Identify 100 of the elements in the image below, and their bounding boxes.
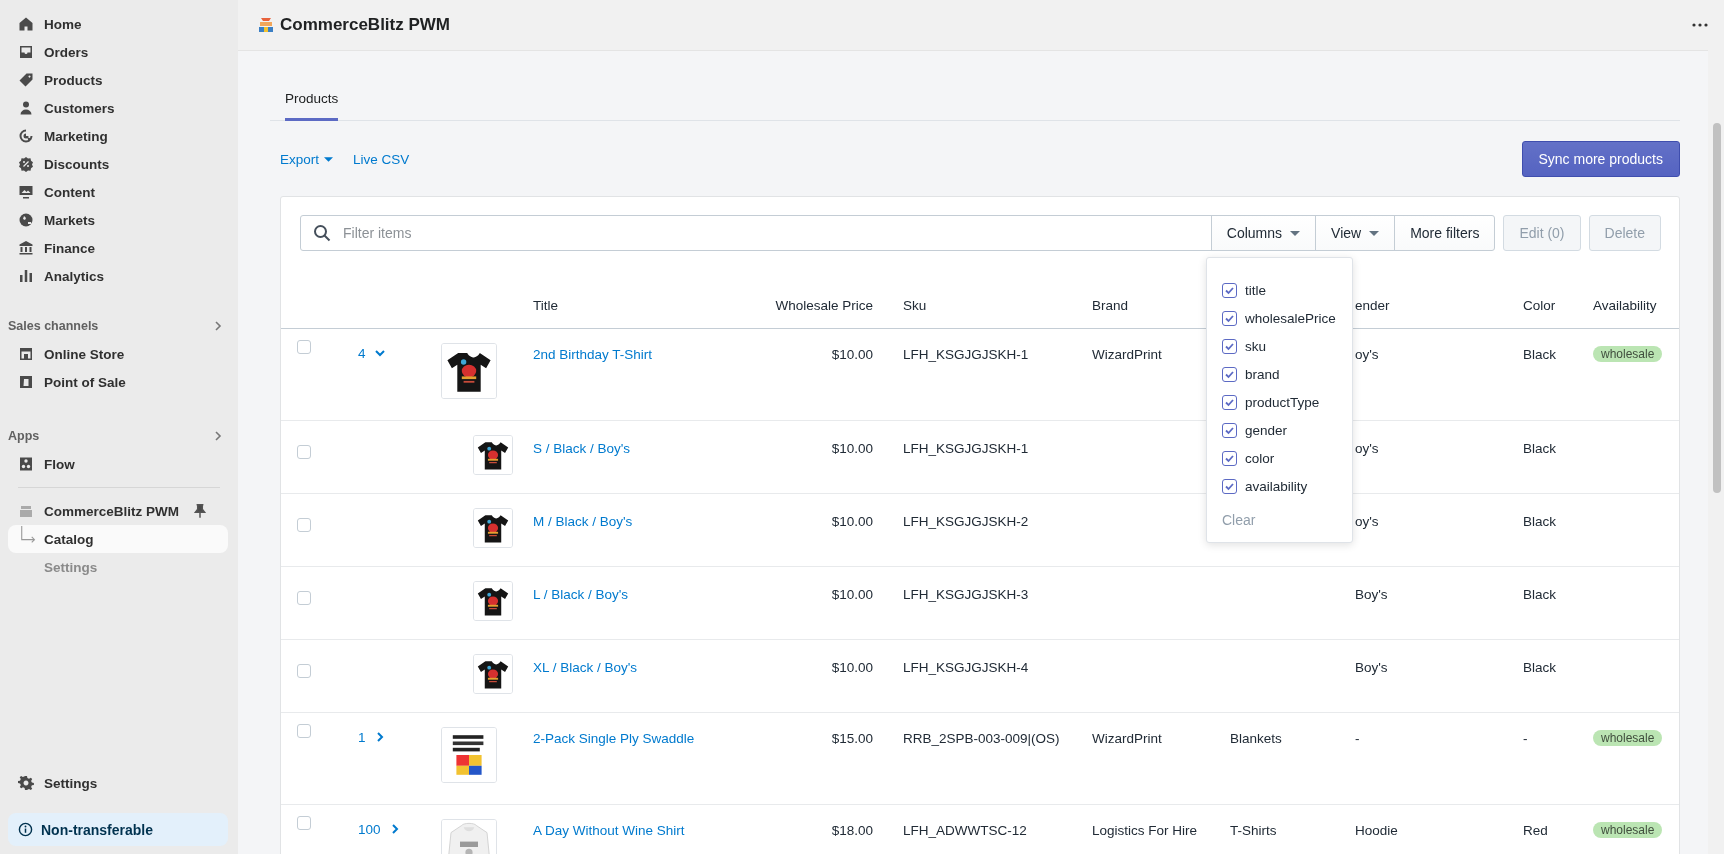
product-title-link[interactable]: 2-Pack Single Ply Swaddle bbox=[533, 731, 695, 751]
tag-icon bbox=[18, 72, 34, 88]
dropdown-button[interactable]: Columns bbox=[1210, 215, 1317, 251]
gear-icon bbox=[18, 775, 34, 791]
dropdown-button[interactable]: View bbox=[1315, 215, 1396, 251]
row-checkbox[interactable] bbox=[297, 591, 311, 605]
live-csv-link[interactable]: Live CSV bbox=[353, 151, 410, 167]
sidebar-item[interactable]: Content bbox=[8, 178, 228, 206]
page-title: CommerceBlitz PWM bbox=[280, 15, 451, 35]
chevron-icon[interactable] bbox=[212, 430, 224, 442]
search-icon bbox=[313, 224, 331, 242]
gender-cell: oy's bbox=[1355, 441, 1379, 456]
color-cell: Black bbox=[1523, 347, 1556, 362]
section-heading: Sales channels bbox=[8, 319, 99, 333]
bank-icon bbox=[18, 240, 34, 256]
color-cell: Red bbox=[1523, 823, 1548, 838]
storefront-icon bbox=[18, 346, 34, 362]
sidebar-item[interactable]: Discounts bbox=[8, 150, 228, 178]
product-title-link[interactable]: S / Black / Boy's bbox=[533, 441, 631, 461]
availability-tag: wholesale bbox=[1593, 730, 1663, 746]
product-title-link[interactable]: XL / Black / Boy's bbox=[533, 660, 638, 680]
product-title-link[interactable]: M / Black / Boy's bbox=[533, 514, 633, 534]
price-cell: $18.00 bbox=[831, 823, 873, 838]
home-icon bbox=[18, 16, 34, 32]
search-field[interactable]: Filter items bbox=[300, 215, 1212, 251]
more-icon[interactable] bbox=[1692, 23, 1708, 27]
variant-toggle[interactable]: 100 bbox=[358, 819, 401, 839]
sidebar-item[interactable]: Products bbox=[8, 66, 228, 94]
checkbox[interactable] bbox=[1222, 282, 1237, 298]
color-cell: Black bbox=[1523, 441, 1556, 456]
checkbox[interactable] bbox=[1222, 394, 1237, 410]
sidebar-item[interactable]: Finance bbox=[8, 234, 228, 262]
sidebar-item[interactable]: CommerceBlitz PWM bbox=[8, 497, 228, 525]
row-checkbox[interactable] bbox=[297, 445, 311, 459]
sku-cell: LFH_KSGJGJSKH-3 bbox=[903, 587, 1029, 602]
product-title-link[interactable]: A Day Without Wine Shirt bbox=[533, 823, 685, 843]
sidebar-item[interactable]: Online Store bbox=[8, 340, 228, 368]
price-cell: $15.00 bbox=[831, 731, 873, 746]
tab[interactable]: Products bbox=[285, 85, 339, 121]
person-icon bbox=[18, 100, 34, 116]
variant-toggle[interactable]: 1 bbox=[358, 727, 386, 747]
sidebar-item[interactable]: Markets bbox=[8, 206, 228, 234]
sidebar-item[interactable]: Analytics bbox=[8, 262, 228, 290]
scrollbar[interactable] bbox=[1708, 50, 1724, 854]
sidebar-item[interactable]: Flow bbox=[8, 450, 228, 478]
checkbox[interactable] bbox=[1222, 422, 1237, 438]
row-checkbox[interactable] bbox=[297, 340, 311, 354]
row-checkbox[interactable] bbox=[297, 816, 311, 830]
sidebar-item[interactable]: Home bbox=[8, 10, 228, 38]
brand-cell: WizardPrint bbox=[1092, 731, 1162, 746]
export-menu-button[interactable]: Export bbox=[280, 151, 334, 167]
gender-cell: Hoodie bbox=[1355, 823, 1398, 838]
caret-icon bbox=[1290, 230, 1301, 236]
checkbox-label: brand bbox=[1245, 366, 1280, 382]
product-title-link[interactable]: 2nd Birthday T-Shirt bbox=[533, 347, 653, 367]
sku-cell: LFH_ADWWTSC-12 bbox=[903, 823, 1027, 838]
checkbox-label: title bbox=[1245, 282, 1266, 298]
sidebar-item[interactable]: Settings bbox=[8, 769, 228, 797]
column-header: Wholesale Price bbox=[775, 298, 873, 313]
checkbox[interactable] bbox=[1222, 310, 1237, 326]
status-badge: Non-transferable bbox=[8, 813, 228, 846]
chevron-icon[interactable] bbox=[212, 320, 224, 332]
checkbox-label: color bbox=[1245, 450, 1275, 466]
checkbox[interactable] bbox=[1222, 478, 1237, 494]
caret-icon bbox=[324, 156, 334, 162]
sidebar-item[interactable]: Customers bbox=[8, 94, 228, 122]
column-header: Sku bbox=[903, 298, 927, 313]
sidebar-subitem[interactable]: Catalog bbox=[8, 525, 228, 553]
price-cell: $10.00 bbox=[831, 347, 873, 362]
app-logo-icon bbox=[18, 503, 34, 519]
shopping-bag-icon bbox=[18, 374, 34, 390]
chevron-icon bbox=[373, 347, 386, 359]
product-type-cell: Blankets bbox=[1230, 731, 1282, 746]
info-icon bbox=[18, 822, 33, 837]
toolbar-button[interactable]: More filters bbox=[1394, 215, 1496, 251]
sku-cell: LFH_KSGJGJSKH-4 bbox=[903, 660, 1029, 675]
row-checkbox[interactable] bbox=[297, 664, 311, 678]
pin-icon[interactable] bbox=[192, 503, 208, 519]
column-header: Title bbox=[533, 298, 558, 313]
bar-chart-icon bbox=[18, 268, 34, 284]
sidebar-item[interactable]: Point of Sale bbox=[8, 368, 228, 396]
product-type-cell: T-Shirts bbox=[1230, 823, 1277, 838]
sidebar-item[interactable]: Marketing bbox=[8, 122, 228, 150]
checkbox[interactable] bbox=[1222, 450, 1237, 466]
sku-cell: LFH_KSGJGJSKH-2 bbox=[903, 514, 1029, 529]
sidebar-item[interactable]: Orders bbox=[8, 38, 228, 66]
sku-cell: LFH_KSGJGJSKH-1 bbox=[903, 347, 1029, 362]
row-checkbox[interactable] bbox=[297, 518, 311, 532]
checkbox[interactable] bbox=[1222, 366, 1237, 382]
section-heading: Apps bbox=[8, 429, 40, 443]
price-cell: $10.00 bbox=[831, 441, 873, 456]
checkbox[interactable] bbox=[1222, 338, 1237, 354]
row-checkbox[interactable] bbox=[297, 724, 311, 738]
variant-toggle[interactable]: 4 bbox=[358, 343, 386, 363]
globe-icon bbox=[18, 212, 34, 228]
checkbox-label: wholesalePrice bbox=[1245, 310, 1336, 326]
sku-cell: LFH_KSGJGJSKH-1 bbox=[903, 441, 1029, 456]
sync-button[interactable]: Sync more products bbox=[1521, 141, 1680, 177]
product-title-link[interactable]: L / Black / Boy's bbox=[533, 587, 629, 607]
column-header: Color bbox=[1523, 298, 1556, 313]
